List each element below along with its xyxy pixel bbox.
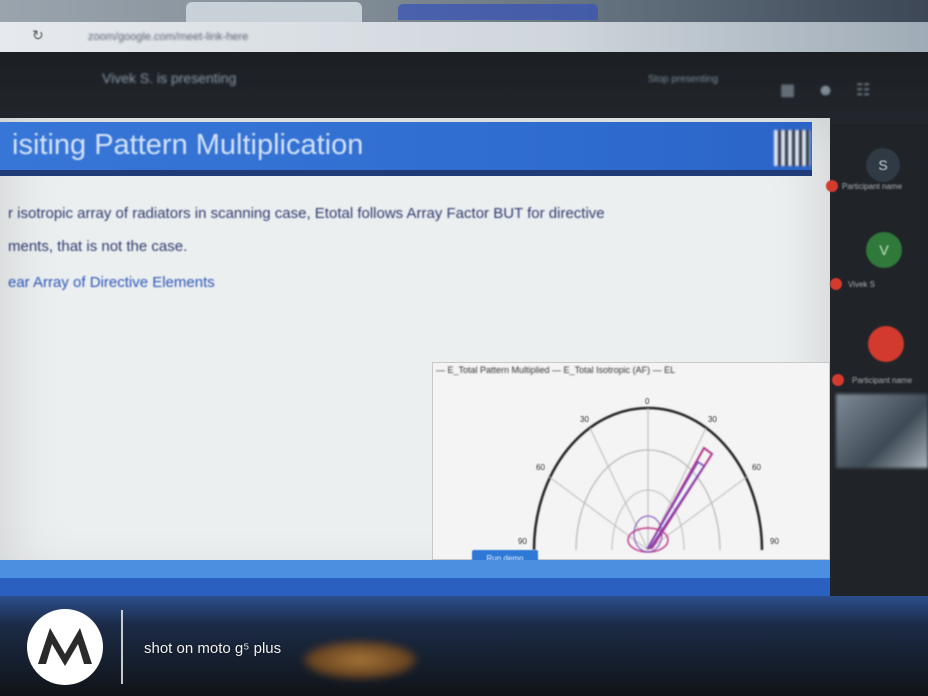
angle-label: 90 <box>770 537 779 546</box>
watermark-text: shot on moto g⁵ plus <box>144 640 282 657</box>
plot-legend: — E_Total Pattern Multiplied — E_Total I… <box>436 365 676 375</box>
participant-video-tile[interactable] <box>836 394 928 468</box>
mic-muted-icon <box>830 278 842 290</box>
browser-tab[interactable] <box>186 2 362 22</box>
participants-sidebar <box>830 124 928 604</box>
taskbar-icon <box>300 640 420 680</box>
participant-avatar[interactable]: S <box>866 148 900 182</box>
slide-footer <box>0 560 838 578</box>
presenting-banner: Vivek S. is presenting <box>102 70 237 86</box>
angle-label: 0 <box>645 397 650 406</box>
participant-name: Vivek S <box>848 280 875 289</box>
browser-tab[interactable] <box>398 4 598 20</box>
mic-muted-icon <box>826 180 838 192</box>
slide-title: isiting Pattern Multiplication <box>12 129 364 161</box>
meeting-toolbar-icons[interactable]: ▦☻☷ <box>780 80 892 100</box>
reload-icon[interactable]: ↻ <box>32 27 44 44</box>
polar-spoke <box>547 475 649 551</box>
angle-label: 30 <box>708 415 717 424</box>
angle-label: 30 <box>580 415 589 424</box>
angle-label: 60 <box>536 463 545 472</box>
polar-spoke <box>647 475 749 551</box>
url-text[interactable]: zoom/google.com/meet-link-here <box>88 31 248 43</box>
mic-muted-icon <box>832 374 844 386</box>
participant-avatar[interactable]: V <box>866 232 902 268</box>
laptop-bezel <box>0 596 928 696</box>
slide-subheading: ear Array of Directive Elements <box>8 274 215 291</box>
watermark-divider <box>121 610 123 684</box>
photo: ↻ zoom/google.com/meet-link-here Vivek S… <box>0 0 928 696</box>
polar-plot: 0 30 60 90 30 60 90 <box>518 397 779 553</box>
slide-bullet: ments, that is not the case. <box>8 238 188 255</box>
stop-presenting-button[interactable]: Stop presenting <box>648 74 758 108</box>
record-icon[interactable] <box>868 326 904 362</box>
participant-name: Participant name <box>842 182 903 191</box>
polar-spoke <box>589 427 649 551</box>
angle-label: 60 <box>752 463 761 472</box>
slide-title-underline <box>0 170 812 176</box>
main-lobe <box>646 446 714 549</box>
logo-icon <box>774 130 810 166</box>
slide-footer-band <box>0 578 850 598</box>
participant-name: Participant name <box>852 376 913 385</box>
motorola-logo-icon <box>27 609 103 685</box>
angle-label: 90 <box>518 537 527 546</box>
slide-bullet: r isotropic array of radiators in scanni… <box>8 205 605 222</box>
